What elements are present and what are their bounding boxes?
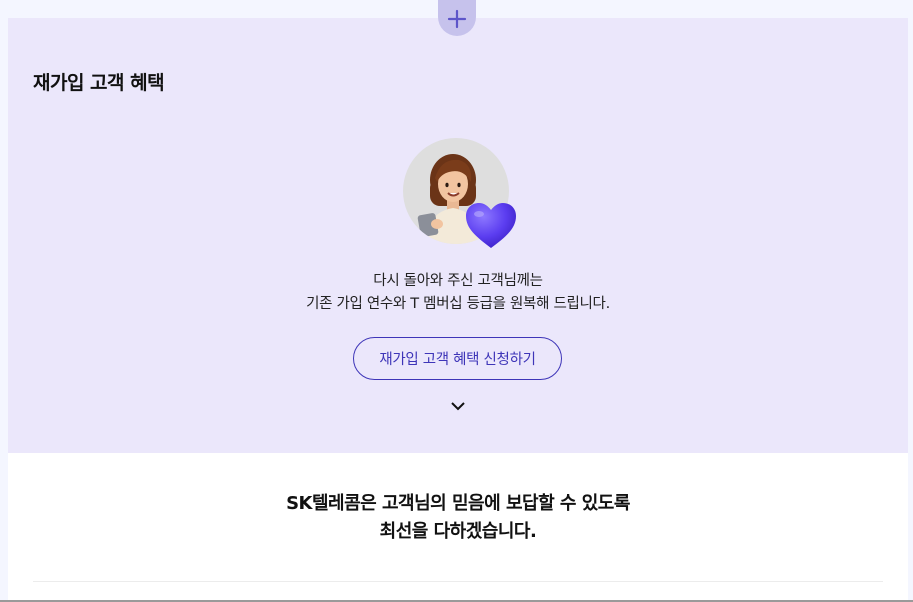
panel-title: 재가입 고객 혜택 xyxy=(33,72,165,94)
promise-line-1: SK텔레콤은 고객님의 믿음에 보답할 수 있도록 xyxy=(286,493,630,514)
promise-line-2: 최선을 다하겠습니다. xyxy=(379,521,537,542)
benefit-description: 다시 돌아와 주신 고객님께는 기존 가입 연수와 T 멤버십 등급을 원복해 … xyxy=(8,270,908,316)
divider xyxy=(33,581,883,582)
page-gutter xyxy=(908,18,913,602)
description-line-2: 기존 가입 연수와 T 멤버십 등급을 원복해 드립니다. xyxy=(306,296,610,312)
heart-icon xyxy=(466,203,516,248)
chevron-down-icon[interactable] xyxy=(450,400,466,412)
rejoin-benefit-panel: 재가입 고객 혜택 다시 돌아와 주신 고객님께는 기존 가입 연수와 T 멤버… xyxy=(8,18,908,453)
apply-rejoin-benefit-button[interactable]: 재가입 고객 혜택 신청하기 xyxy=(353,337,562,380)
description-line-1: 다시 돌아와 주신 고객님께는 xyxy=(373,273,543,289)
promise-section: SK텔레콤은 고객님의 믿음에 보답할 수 있도록 최선을 다하겠습니다. xyxy=(8,453,908,602)
page: 재가입 고객 혜택 다시 돌아와 주신 고객님께는 기존 가입 연수와 T 멤버… xyxy=(0,0,913,602)
avatar xyxy=(403,138,521,254)
plus-icon xyxy=(447,9,467,29)
promise-text: SK텔레콤은 고객님의 믿음에 보답할 수 있도록 최선을 다하겠습니다. xyxy=(8,490,908,546)
